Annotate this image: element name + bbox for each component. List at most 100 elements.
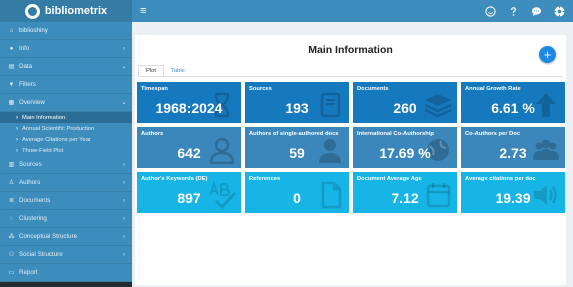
sidebar-item-sources[interactable]: ▥ Sources ‹ (0, 156, 132, 174)
sidebar-subitem-three-field-plot[interactable]: › Three-Field Plot (0, 145, 132, 156)
sidebar-subitem-annual-scientific-production[interactable]: › Annual Scientific Production (0, 123, 132, 134)
value-box-sources: Sources 193 (245, 82, 349, 123)
main-panel: Main Information + Plot Table Timespan 1… (135, 35, 566, 285)
value-box-value: 642 (177, 145, 201, 161)
value-box-value: 59 (289, 145, 305, 161)
sidebar-subitem-average-citations-per-year[interactable]: › Average Citations per Year (0, 134, 132, 145)
sidebar-item-info[interactable]: ● Info ‹ (0, 40, 132, 58)
value-box-average-citations-per-doc: Average citations per doc 19.39 (461, 172, 565, 213)
chevron-left-icon: ‹ (123, 197, 125, 204)
sidebar-subitem-main-information[interactable]: › Main Information (0, 112, 132, 123)
value-box-label: Document Average Age (357, 176, 422, 182)
value-box-references: References 0 (245, 172, 349, 213)
user-icon: ♙ (8, 180, 15, 186)
users-icon: ⚇ (8, 252, 15, 258)
value-box-value: 193 (285, 100, 309, 116)
layers-icon: ≣ (8, 198, 15, 204)
value-box-co-authors-per-doc: Co-Authors per Doc 2.73 (461, 127, 565, 168)
info-icon: ● (9, 45, 14, 52)
value-box-label: Authors (141, 131, 164, 137)
sidebar-item-documents[interactable]: ≣ Documents ‹ (0, 192, 132, 210)
sidebar-item-label: biblioshiny (19, 27, 48, 34)
sidebar-subitem-label: Main Information (22, 114, 66, 121)
report-icon: ▭ (8, 270, 15, 276)
chevron-left-icon: ‹ (123, 179, 125, 186)
sidebar-item-label: Overview (19, 99, 45, 106)
page-title: Main Information (308, 44, 393, 56)
value-box-label: Average citations per doc (465, 176, 536, 182)
sidebar-item-label: Authors (19, 179, 41, 186)
chevron-down-icon: ⌄ (121, 100, 127, 106)
filter-icon: ▼ (8, 81, 15, 88)
brand-logo-icon (24, 3, 40, 19)
value-box-label: International Co-Authorship (357, 131, 434, 137)
value-box-label: Co-Authors per Doc (465, 131, 521, 137)
sidebar-item-label: Sources (19, 161, 42, 168)
sidebar-item-label: Report (19, 269, 38, 276)
sidebar-item-social-structure[interactable]: ⚇ Social Structure ‹ (0, 246, 132, 264)
sidebar-item-label: Data (19, 63, 33, 70)
table-icon: ▦ (8, 100, 15, 106)
angle-right-icon: › (16, 114, 18, 121)
value-box-value: 2.73 (499, 145, 527, 161)
chevron-left-icon: ‹ (123, 45, 125, 52)
content-area: Main Information + Plot Table Timespan 1… (132, 22, 573, 287)
value-box-label: Annual Growth Rate (465, 86, 521, 92)
value-box-label: Sources (249, 86, 272, 92)
angle-right-icon: › (16, 147, 18, 154)
value-box-label: References (249, 176, 281, 182)
sidebar-item-filters[interactable]: ▼ Filters (0, 76, 132, 94)
value-box-international-co-authorship: International Co-Authorship 17.69 % (353, 127, 457, 168)
angle-right-icon: › (16, 125, 18, 132)
chevron-left-icon: ‹ (123, 251, 125, 258)
sidebar-item-authors[interactable]: ♙ Authors ‹ (0, 174, 132, 192)
value-box-value: 260 (393, 100, 417, 116)
sidebar-item-label: Clustering (19, 215, 47, 222)
value-box-single-authored: Authors of single-authored docs 59 (245, 127, 349, 168)
value-box-documents: Documents 260 (353, 82, 457, 123)
add-button[interactable]: + (539, 46, 556, 63)
sidebar-item-biblioshiny[interactable]: ⌂ biblioshiny (0, 22, 132, 40)
plus-icon: + (543, 47, 552, 62)
value-box-value: 17.69 % (379, 145, 431, 161)
sitemap-icon: ⁂ (8, 234, 15, 240)
sidebar-item-data[interactable]: ▤ Data ⌄ (0, 58, 132, 76)
home-icon: ⌂ (9, 27, 14, 34)
value-box-authors-keywords: Author's Keywords (DE) 897 (137, 172, 241, 213)
top-bar: bibliometrix ≡ (0, 0, 573, 22)
sidebar: ⌂ biblioshiny ● Info ‹ ▤ Data ⌄ ▼ Filter… (0, 22, 132, 287)
brand[interactable]: bibliometrix (0, 0, 132, 22)
sidebar-item-conceptual-structure[interactable]: ⁂ Conceptual Structure ‹ (0, 228, 132, 246)
chevron-down-icon: ⌄ (121, 64, 127, 70)
tab-divider (138, 76, 563, 77)
book-icon: ▥ (8, 162, 15, 168)
settings-icon[interactable] (553, 5, 565, 17)
sidebar-item-report[interactable]: ▭ Report (0, 264, 132, 282)
value-box-document-average-age: Document Average Age 7.12 (353, 172, 457, 213)
chevron-left-icon: ‹ (123, 215, 125, 222)
chat-icon[interactable] (530, 5, 542, 17)
angle-right-icon: › (16, 136, 18, 143)
sidebar-subitem-label: Average Citations per Year (22, 136, 91, 143)
navbar: ≡ (132, 0, 573, 22)
sidebar-item-clustering[interactable]: ◌ Clustering ‹ (0, 210, 132, 228)
smile-icon[interactable] (484, 5, 496, 17)
value-box-label: Documents (357, 86, 389, 92)
value-box-value: 19.39 (495, 190, 531, 206)
sidebar-subitem-label: Three-Field Plot (22, 147, 64, 154)
help-icon[interactable] (507, 5, 519, 17)
chevron-left-icon: ‹ (123, 161, 125, 168)
value-box-authors: Authors 642 (137, 127, 241, 168)
sidebar-item-label: Social Structure (19, 251, 63, 258)
sidebar-item-label: Conceptual Structure (19, 233, 78, 240)
brand-name: bibliometrix (44, 5, 108, 17)
value-box-value: 6.61 % (491, 100, 535, 116)
sidebar-item-overview[interactable]: ▦ Overview ⌄ (0, 94, 132, 112)
value-box-value: 1968:2024 (155, 100, 223, 116)
value-box-label: Authors of single-authored docs (249, 131, 339, 137)
sidebar-toggle-icon[interactable]: ≡ (140, 5, 154, 17)
value-box-value: 7.12 (391, 190, 419, 206)
sidebar-subitem-label: Annual Scientific Production (22, 125, 95, 132)
circle-notch-icon: ◌ (9, 215, 14, 222)
value-box-value: 897 (177, 190, 201, 206)
